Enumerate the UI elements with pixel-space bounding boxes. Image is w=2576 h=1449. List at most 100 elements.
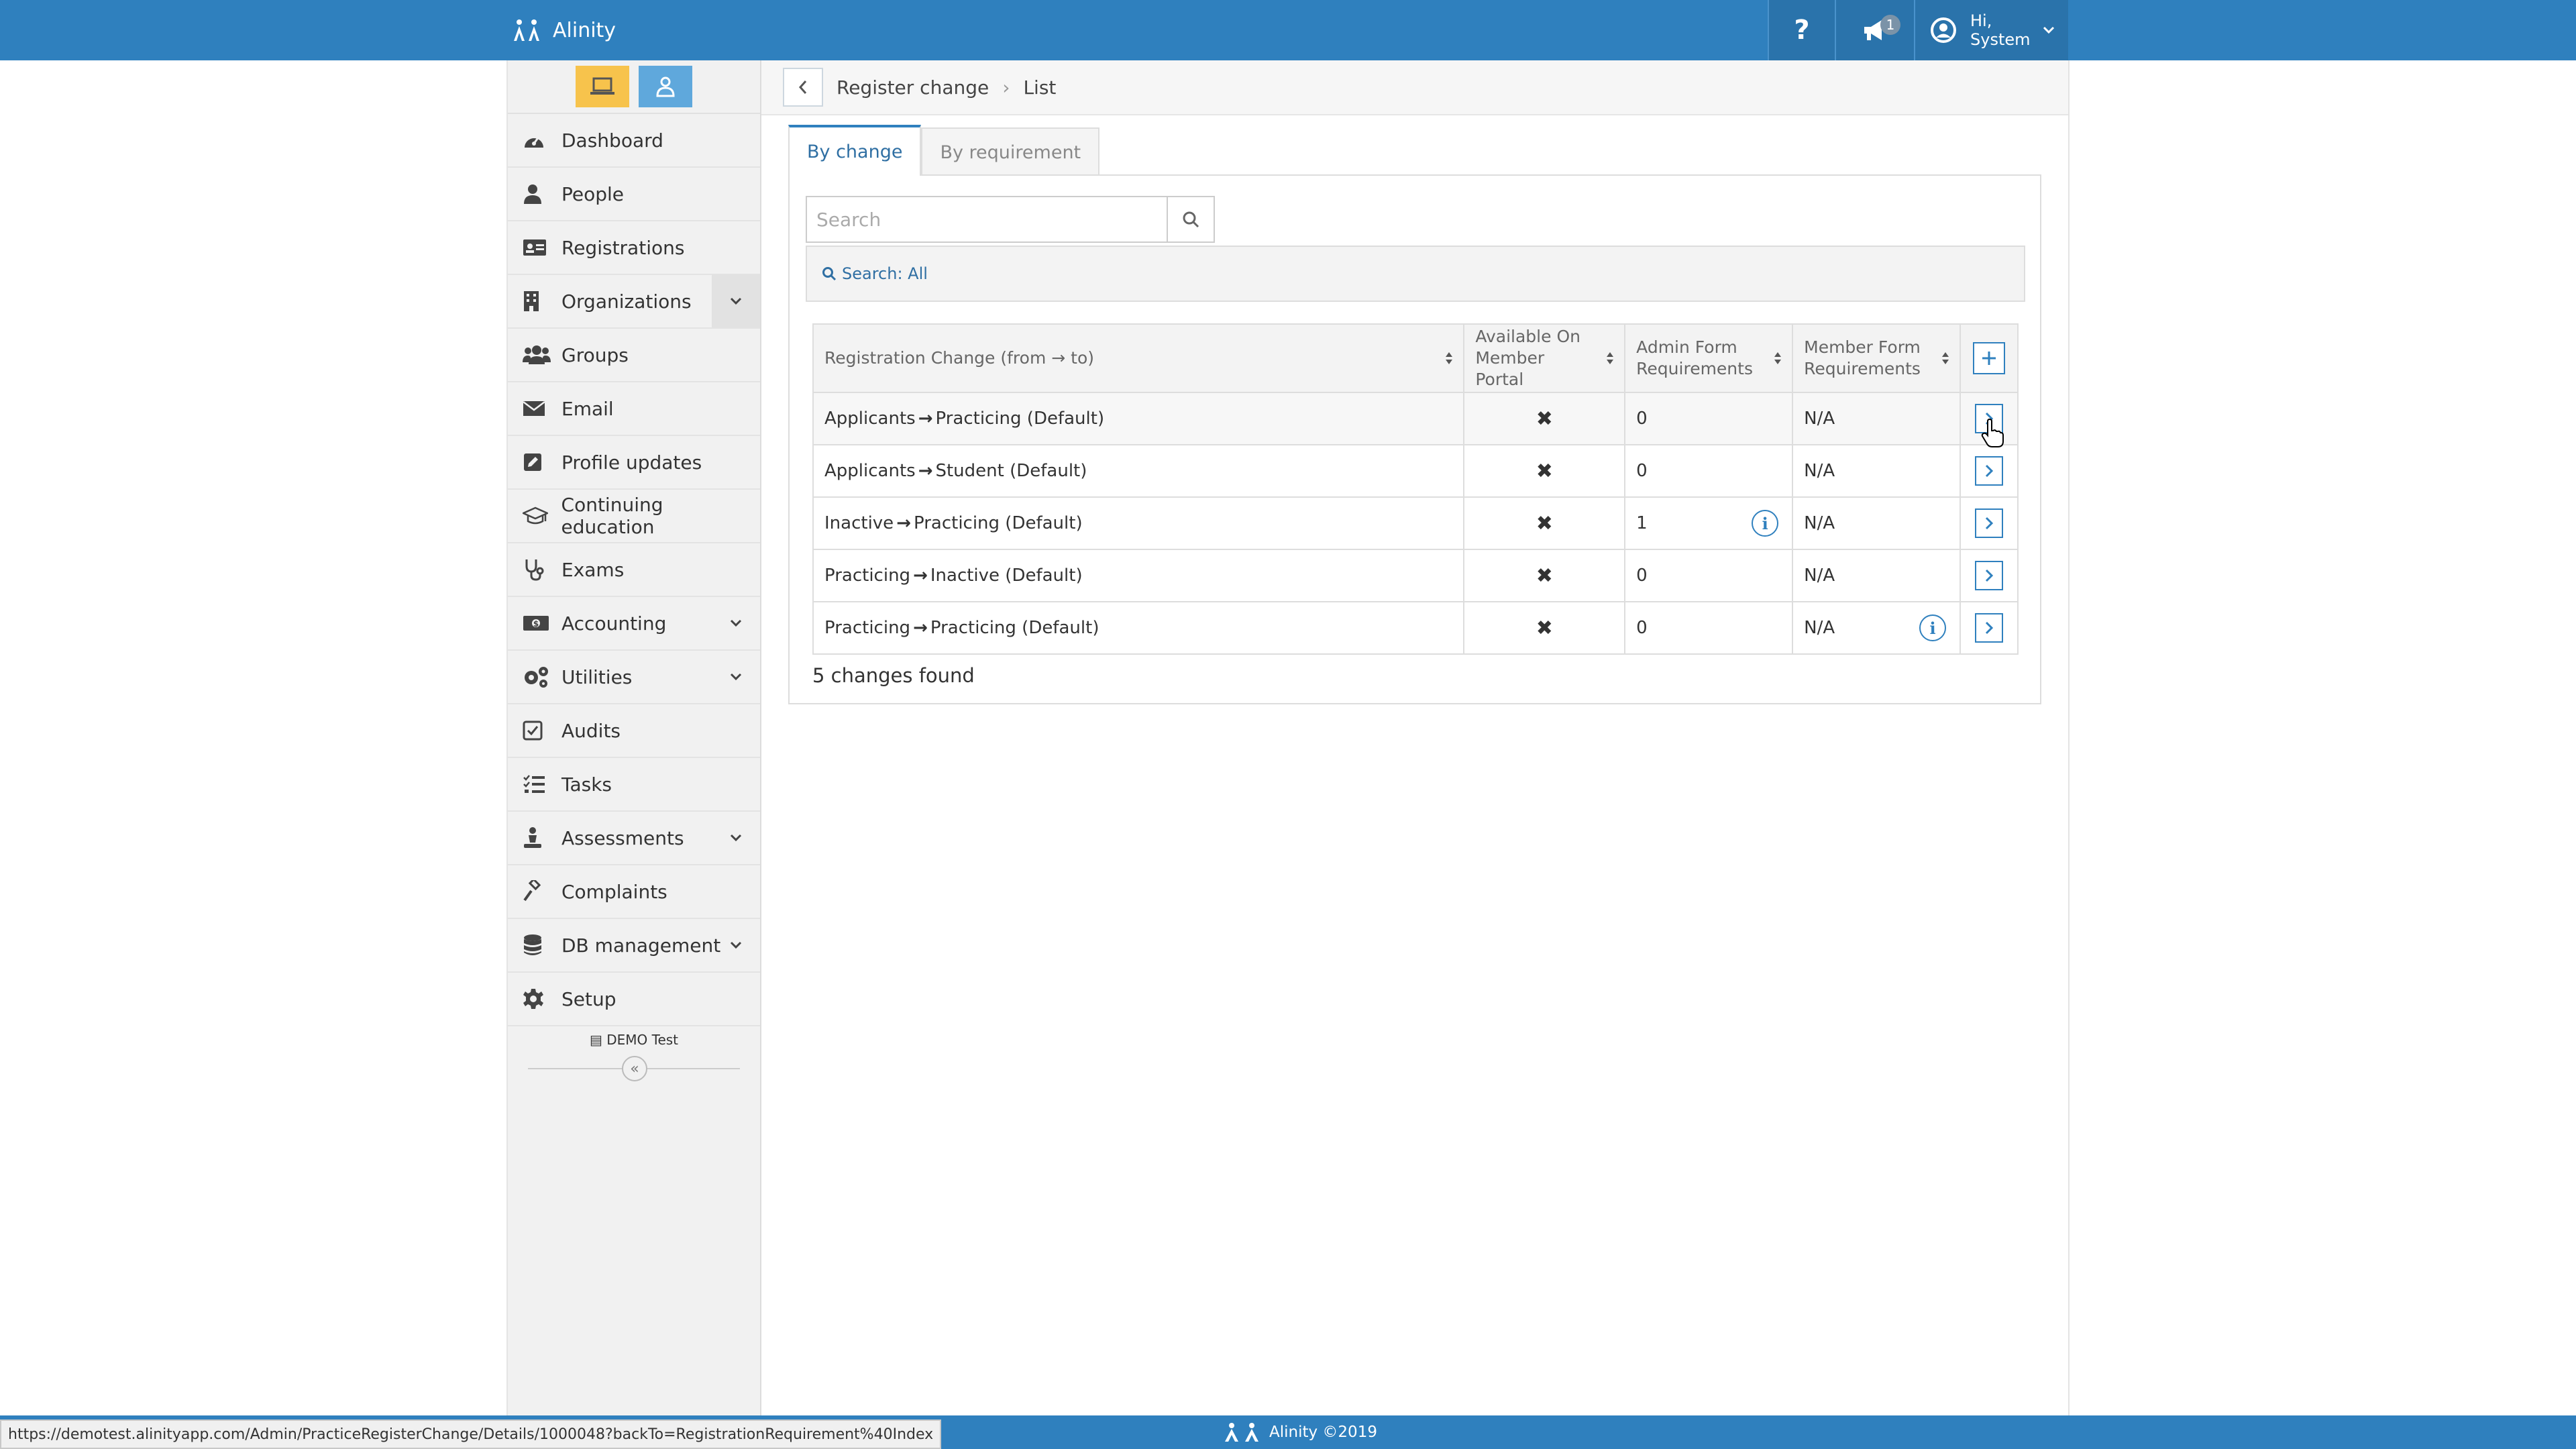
- info-icon[interactable]: i: [1919, 614, 1947, 641]
- admin-requirements-value: 0: [1636, 618, 1648, 638]
- sidebar-item-exams[interactable]: Exams: [508, 543, 760, 597]
- search-button[interactable]: [1168, 196, 1215, 243]
- sidebar-item-label: Accounting: [561, 612, 667, 635]
- add-button[interactable]: [1973, 342, 2006, 374]
- x-mark-icon: ✖: [1536, 511, 1553, 535]
- sidebar-item-label: Complaints: [561, 880, 667, 903]
- database-icon: [523, 932, 552, 959]
- sidebar-item-assessments[interactable]: Assessments: [508, 812, 760, 865]
- sidebar-item-setup[interactable]: Setup: [508, 973, 760, 1026]
- sidebar-item-continuing-education[interactable]: Continuing education: [508, 490, 760, 543]
- search-input[interactable]: [806, 196, 1168, 243]
- footer-copyright: Alinity ©2019: [1269, 1424, 1377, 1441]
- change-from: Applicants: [824, 409, 916, 429]
- row-action-cell: [1960, 496, 2019, 550]
- table-row[interactable]: Applicants → Student (Default) ✖ 0 N/A: [812, 444, 2019, 498]
- sort-icon: [1942, 352, 1949, 364]
- admin-requirements-cell: 0: [1624, 549, 1794, 602]
- app-logo[interactable]: Alinity: [513, 15, 616, 46]
- back-button[interactable]: [783, 68, 823, 107]
- chevron-down-icon[interactable]: [712, 275, 760, 327]
- chevron-down-icon[interactable]: [712, 597, 760, 649]
- column-header-available[interactable]: Available On Member Portal: [1463, 323, 1626, 393]
- open-details-button[interactable]: [1975, 561, 2004, 590]
- open-details-button[interactable]: [1975, 613, 2004, 643]
- change-from: Inactive: [824, 513, 894, 533]
- table-row[interactable]: Inactive → Practicing (Default) ✖ 1 i N/A: [812, 496, 2019, 550]
- search-icon: [1183, 211, 1199, 228]
- info-icon[interactable]: i: [1752, 510, 1779, 537]
- sidebar-item-label: DB management: [561, 934, 721, 957]
- sidebar-item-dashboard[interactable]: Dashboard: [508, 114, 760, 168]
- sidebar-item-accounting[interactable]: $ Accounting: [508, 597, 760, 651]
- member-requirements-cell: N/A: [1792, 392, 1962, 445]
- sidebar-item-db-management[interactable]: DB management: [508, 919, 760, 973]
- environment-label: ▤ DEMO Test: [508, 1026, 760, 1053]
- open-details-button[interactable]: [1975, 508, 2004, 538]
- column-header-registration-change[interactable]: Registration Change (from → to): [812, 323, 1465, 393]
- sidebar-item-label: Dashboard: [561, 129, 663, 152]
- member-mode-button[interactable]: [639, 66, 692, 107]
- notification-badge: 1: [1880, 15, 1900, 35]
- sidebar-item-utilities[interactable]: Utilities: [508, 651, 760, 704]
- sidebar-item-audits[interactable]: Audits: [508, 704, 760, 758]
- greeting-text: Hi,: [1970, 11, 1992, 30]
- column-header-label: Available On Member Portal: [1475, 327, 1580, 389]
- admin-requirements-value: 1: [1636, 513, 1648, 533]
- table-row[interactable]: Practicing → Practicing (Default) ✖ 0 N/A i: [812, 601, 2019, 655]
- help-icon: ?: [1794, 15, 1810, 46]
- member-requirements-cell: N/A: [1792, 549, 1962, 602]
- tab-by-requirement[interactable]: By requirement: [921, 127, 1100, 176]
- column-header-admin-requirements[interactable]: Admin Form Requirements: [1624, 323, 1794, 393]
- admin-requirements-value: 0: [1636, 566, 1648, 586]
- sidebar-item-label: Groups: [561, 343, 629, 366]
- collapse-sidebar-button[interactable]: «: [622, 1056, 647, 1081]
- admin-requirements-cell: 0: [1624, 601, 1794, 655]
- sidebar-item-groups[interactable]: Groups: [508, 329, 760, 382]
- notifications-button[interactable]: 1: [1835, 0, 1914, 60]
- sidebar-item-registrations[interactable]: Registrations: [508, 221, 760, 275]
- environment-text: DEMO Test: [606, 1032, 679, 1048]
- chevron-right-icon: [1985, 569, 1994, 582]
- table-row[interactable]: Applicants → Practicing (Default) ✖ 0 N/A: [812, 392, 2019, 445]
- laptop-icon: [590, 77, 614, 95]
- member-requirements-value: N/A: [1804, 513, 1835, 533]
- sort-icon: [1607, 352, 1614, 364]
- open-details-button[interactable]: [1975, 456, 2004, 486]
- tab-by-change[interactable]: By change: [788, 125, 922, 176]
- changes-table: Registration Change (from → to) Availabl…: [812, 323, 2019, 655]
- user-greeting: Hi, System: [1970, 11, 2031, 49]
- sidebar-item-label: Organizations: [561, 290, 692, 313]
- change-to: Practicing (Default): [930, 618, 1099, 638]
- stethoscope-icon: [523, 556, 552, 583]
- table-row[interactable]: Practicing → Inactive (Default) ✖ 0 N/A: [812, 549, 2019, 602]
- chevron-down-icon[interactable]: [712, 919, 760, 971]
- sidebar-item-email[interactable]: Email: [508, 382, 760, 436]
- sidebar-item-label: Assessments: [561, 826, 684, 849]
- sidebar-item-people[interactable]: People: [508, 168, 760, 221]
- sidebar-item-complaints[interactable]: Complaints: [508, 865, 760, 919]
- sort-icon: [1446, 352, 1453, 364]
- help-button[interactable]: ?: [1768, 0, 1835, 60]
- sidebar-item-organizations[interactable]: Organizations: [508, 275, 760, 329]
- admin-requirements-value: 0: [1636, 409, 1648, 429]
- chevron-down-icon: [2043, 26, 2054, 34]
- user-menu-button[interactable]: Hi, System: [1914, 0, 2068, 60]
- admin-mode-button[interactable]: [576, 66, 629, 107]
- assessment-icon: [523, 824, 552, 851]
- sidebar-item-tasks[interactable]: Tasks: [508, 758, 760, 812]
- sidebar-item-label: Utilities: [561, 665, 633, 688]
- breadcrumb-parent[interactable]: Register change: [837, 76, 989, 99]
- change-to: Practicing (Default): [935, 409, 1105, 429]
- chevron-down-icon[interactable]: [712, 812, 760, 864]
- available-cell: ✖: [1463, 601, 1626, 655]
- column-header-member-requirements[interactable]: Member Form Requirements: [1792, 323, 1962, 393]
- column-header-label: Admin Form Requirements: [1636, 337, 1753, 378]
- sidebar: Dashboard People Registrations Organization…: [506, 60, 761, 1415]
- sidebar-item-profile-updates[interactable]: Profile updates: [508, 436, 760, 490]
- chevron-down-icon[interactable]: [712, 651, 760, 703]
- alinity-logo-icon: [514, 19, 539, 41]
- search-filter-bar[interactable]: Search: All: [806, 246, 2025, 302]
- arrow-right-icon: →: [913, 566, 928, 586]
- sidebar-item-label: Profile updates: [561, 451, 702, 474]
